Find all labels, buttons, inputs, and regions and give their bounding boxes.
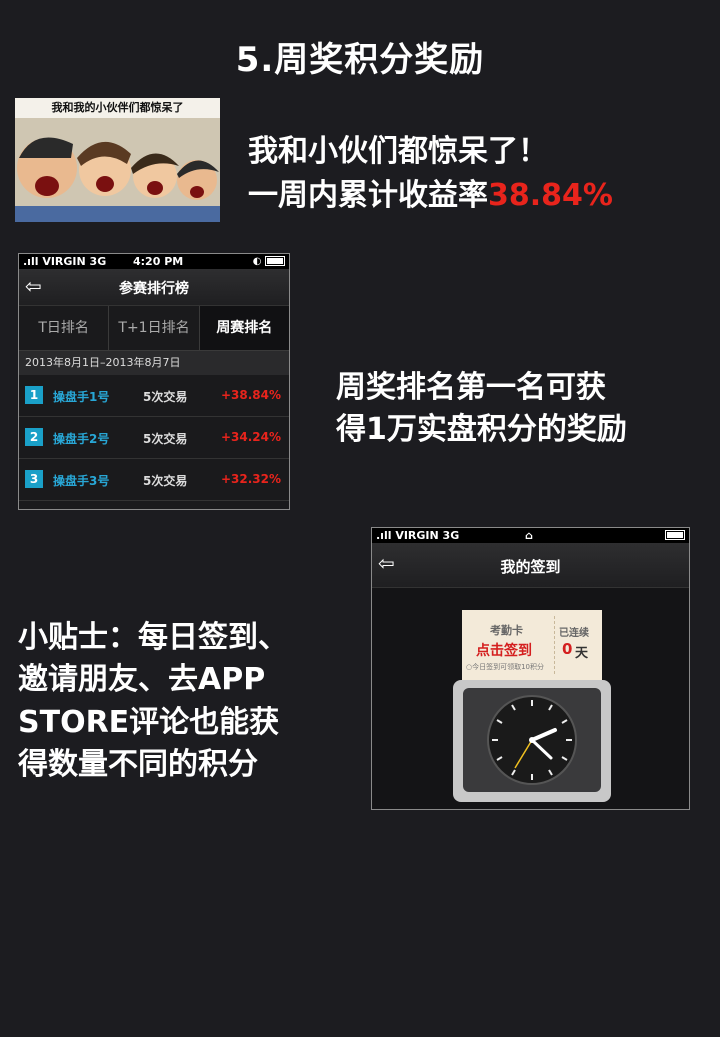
- clock-icon: [463, 688, 601, 792]
- tip-line-1: 小贴士：每日签到、: [18, 620, 288, 655]
- table-row[interactable]: 1 操盘手1号 5次交易 +38.84%: [19, 375, 289, 417]
- rank-badge: 2: [25, 428, 43, 446]
- battery-icon: [665, 528, 685, 543]
- trade-count: 5次交易: [143, 432, 188, 446]
- attendance-card[interactable]: 考勤卡 点击签到 ○今日签到可领取10积分 已连续 0 天: [462, 610, 602, 680]
- rank-badge: 3: [25, 470, 43, 488]
- trader-name: 操盘手2号: [53, 432, 110, 446]
- trade-count: 5次交易: [143, 390, 188, 404]
- tip-line-3: STORE评论也能获: [18, 705, 280, 740]
- battery-icon: ◐: [253, 254, 285, 269]
- intro-rate: 38.84%: [488, 178, 613, 213]
- trader-name: 操盘手1号: [53, 390, 110, 404]
- streak-days: 0: [562, 640, 573, 658]
- rank-badge: 1: [25, 386, 43, 404]
- trader-name: 操盘手3号: [53, 474, 110, 488]
- clock-label: 4:20 PM: [133, 255, 184, 268]
- table-row[interactable]: 3 操盘手3号 5次交易 +32.32%: [19, 459, 289, 501]
- meme-image: 我和我的小伙伴们都惊呆了: [15, 98, 220, 222]
- status-bar: .ıll VIRGIN 3G 4:20 PM ◐: [19, 254, 289, 269]
- clock-machine: [453, 680, 611, 802]
- page-title: 5.周奖积分奖励: [235, 40, 485, 80]
- intro-line-2: 一周内累计收益率38.84%: [248, 170, 613, 214]
- intro-prefix: 一周内累计收益率: [248, 178, 488, 213]
- checkin-button[interactable]: 点击签到: [476, 640, 532, 660]
- status-bar: .ıll VIRGIN 3G ⌂: [372, 528, 689, 543]
- return-pct: +34.24%: [220, 430, 281, 444]
- card-title: 考勤卡: [490, 624, 523, 637]
- intro-line-1: 我和小伙们都惊呆了！: [248, 134, 548, 169]
- navbar-title: 参赛排行榜: [119, 281, 189, 297]
- lock-icon: ⌂: [525, 529, 533, 542]
- navbar-title: 我的签到: [500, 558, 561, 576]
- leaderboard-screenshot: .ıll VIRGIN 3G 4:20 PM ◐ ⇦ 参赛排行榜 T日排名 T+…: [18, 253, 290, 510]
- meme-caption: 我和我的小伙伴们都惊呆了: [15, 98, 220, 118]
- return-pct: +38.84%: [220, 388, 281, 402]
- tip-line-4: 得数量不同的积分: [18, 747, 258, 782]
- tip-line-2: 邀请朋友、去APP: [18, 662, 266, 697]
- trade-count: 5次交易: [143, 474, 188, 488]
- carrier-label: .ıll VIRGIN 3G: [23, 255, 107, 268]
- navbar: ⇦ 参赛排行榜: [19, 269, 289, 306]
- checkin-note: ○今日签到可领取10积分: [466, 663, 545, 671]
- carrier-label: .ıll VIRGIN 3G: [376, 529, 460, 542]
- tab-t-day[interactable]: T日排名: [19, 306, 110, 350]
- prize-line-2: 得1万实盘积分的奖励: [336, 412, 627, 447]
- table-row[interactable]: 2 操盘手2号 5次交易 +34.24%: [19, 417, 289, 459]
- checkin-screenshot: .ıll VIRGIN 3G ⌂ ⇦ 我的签到 考勤卡 点击签到 ○今日签到可领…: [371, 527, 690, 810]
- tab-weekly[interactable]: 周赛排名: [199, 306, 289, 350]
- date-range: 2013年8月1日–2013年8月7日: [19, 351, 289, 375]
- meme-illustration: [15, 118, 220, 222]
- streak-label: 已连续: [559, 628, 589, 639]
- ranking-tabs: T日排名 T+1日排名 周赛排名: [19, 306, 289, 351]
- streak-unit: 天: [575, 646, 589, 661]
- return-pct: +32.32%: [220, 472, 281, 486]
- navbar: ⇦ 我的签到: [372, 543, 689, 588]
- prize-line-1: 周奖排名第一名可获: [336, 370, 606, 405]
- alarm-icon: ◐: [252, 256, 262, 267]
- tab-t1-day[interactable]: T+1日排名: [109, 306, 200, 350]
